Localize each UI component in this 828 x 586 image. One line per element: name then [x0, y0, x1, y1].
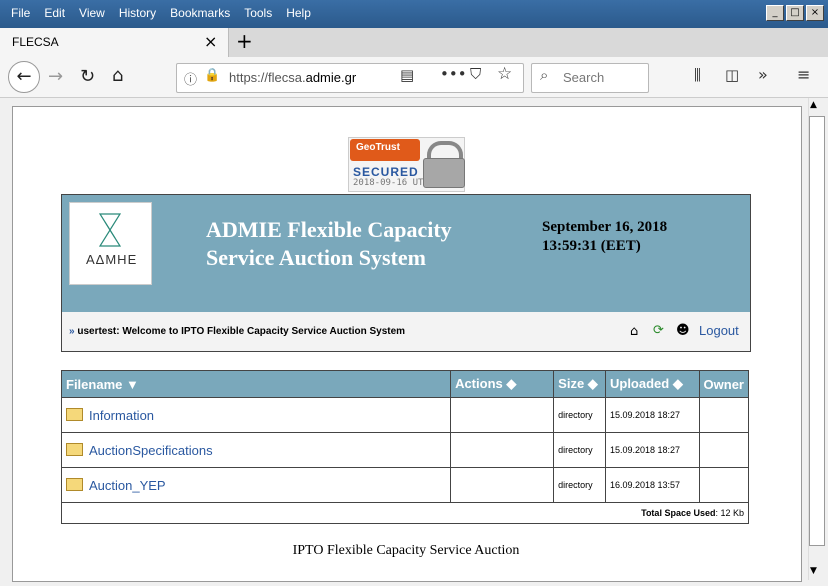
total-row: Total Space Used: 12 Kb [61, 502, 749, 524]
sidebar-icon[interactable]: ◫ [725, 66, 739, 84]
file-link[interactable]: Auction_YEP [89, 478, 166, 493]
server-datetime: September 16, 2018 13:59:31 (EET) [542, 219, 668, 254]
filename-cell[interactable]: Information [60, 397, 452, 433]
welcome-message: » usertest: Welcome to IPTO Flexible Cap… [69, 326, 405, 337]
size-cell: directory [553, 397, 606, 433]
url-text[interactable]: https://flecsa.admie.gr [229, 70, 356, 85]
logo-emblem-icon [98, 213, 122, 247]
lock-icon[interactable]: 🔒 [204, 68, 220, 83]
maximize-button[interactable]: □ [786, 5, 804, 21]
badge-date: 2018-09-16 UTC [353, 178, 429, 188]
filename-cell[interactable]: AuctionSpecifications [60, 432, 452, 468]
folder-icon [66, 477, 83, 491]
back-icon[interactable]: ← [8, 61, 40, 93]
menu-edit[interactable]: Edit [37, 4, 72, 24]
total-space-value: : 12 Kb [715, 508, 744, 518]
total-space-label: Total Space Used [641, 508, 716, 518]
table-header-row: Filename ▼ Actions ◆ Size ◆ Uploaded ◆ O… [60, 370, 750, 398]
menu-file[interactable]: File [4, 4, 37, 24]
reader-icon[interactable]: ▤ [400, 66, 414, 84]
page-footer: IPTO Flexible Capacity Service Auction [292, 543, 520, 558]
menu-bookmarks[interactable]: Bookmarks [163, 4, 237, 24]
window-controls: _ □ × [766, 5, 824, 21]
user-icon[interactable]: ☻ [676, 323, 690, 338]
tab-close-icon[interactable]: × [204, 32, 217, 51]
table-row: Auction_YEP directory 16.09.2018 13:57 [60, 467, 750, 503]
table-row: Information directory 15.09.2018 18:27 [60, 397, 750, 433]
welcome-arrow: » [69, 326, 75, 337]
bookmark-star-icon[interactable]: ☆ [497, 64, 512, 84]
menu-view[interactable]: View [72, 4, 112, 24]
size-cell: directory [553, 467, 606, 503]
menu-history[interactable]: History [112, 4, 163, 24]
minimize-button[interactable]: _ [766, 5, 784, 21]
close-window-button[interactable]: × [806, 5, 824, 21]
column-actions[interactable]: Actions ◆ [450, 370, 555, 398]
uploaded-cell: 16.09.2018 13:57 [604, 467, 700, 503]
owner-cell [698, 467, 750, 503]
library-icon[interactable]: ⫼ [694, 66, 701, 84]
actions-cell [450, 432, 555, 468]
tab-title: FLECSA [12, 35, 59, 49]
uploaded-cell: 15.09.2018 18:27 [604, 397, 700, 433]
scrollbar-thumb[interactable] [809, 116, 825, 546]
welcome-text: usertest: Welcome to IPTO Flexible Capac… [77, 326, 406, 337]
file-table: Filename ▼ Actions ◆ Size ◆ Uploaded ◆ O… [60, 370, 750, 524]
forward-icon[interactable]: → [48, 66, 63, 87]
uploaded-cell: 15.09.2018 18:27 [604, 432, 700, 468]
folder-icon [66, 442, 83, 456]
logo-text: ΑΔΜΗΕ [86, 252, 138, 267]
search-icon: ⌕ [540, 66, 549, 84]
column-owner: Owner [698, 370, 750, 398]
refresh-icon[interactable]: ⟳ [653, 323, 664, 338]
pocket-icon[interactable]: ⛉ [470, 65, 481, 83]
reload-icon[interactable]: ↻ [80, 66, 95, 87]
total-space-cell: Total Space Used: 12 Kb [61, 502, 749, 524]
page-title: ADMIE Flexible Capacity Service Auction … [206, 217, 452, 270]
actions-cell [450, 467, 555, 503]
logout-link[interactable]: Logout [699, 323, 739, 338]
home-icon[interactable]: ⌂ [112, 65, 123, 86]
column-uploaded[interactable]: Uploaded ◆ [604, 370, 700, 398]
menu-icon[interactable]: ≡ [797, 65, 810, 84]
badge-brand: GeoTrust [356, 142, 400, 153]
file-link[interactable]: Information [89, 408, 154, 423]
actions-cell [450, 397, 555, 433]
overflow-icon[interactable]: » [758, 65, 768, 84]
menu-help[interactable]: Help [279, 4, 318, 24]
badge-secured: SECURED [353, 165, 419, 179]
new-tab-icon[interactable]: + [236, 29, 253, 53]
scroll-down-icon[interactable]: ▼ [810, 566, 817, 576]
home-icon[interactable]: ⌂ [630, 324, 638, 339]
folder-icon [66, 407, 83, 421]
column-size[interactable]: Size ◆ [553, 370, 606, 398]
filename-cell[interactable]: Auction_YEP [60, 467, 452, 503]
padlock-icon [423, 158, 465, 188]
more-icon[interactable]: ••• [440, 65, 467, 83]
menu-tools[interactable]: Tools [237, 4, 279, 24]
file-link[interactable]: AuctionSpecifications [89, 443, 213, 458]
info-icon[interactable]: ⓘ [184, 69, 197, 88]
search-input[interactable]: Search [563, 70, 604, 85]
size-cell: directory [553, 432, 606, 468]
menu-bar: File Edit View History Bookmarks Tools H… [4, 4, 318, 24]
owner-cell [698, 397, 750, 433]
owner-cell [698, 432, 750, 468]
scroll-up-icon[interactable]: ▲ [810, 100, 817, 110]
table-row: AuctionSpecifications directory 15.09.20… [60, 432, 750, 468]
column-filename[interactable]: Filename ▼ [60, 370, 452, 398]
